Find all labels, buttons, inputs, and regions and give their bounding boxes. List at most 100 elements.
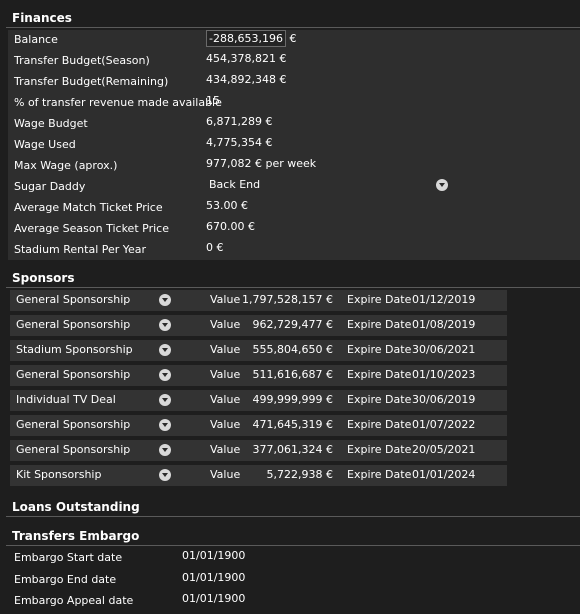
sponsor-expire-date: 01/01/2024	[412, 468, 476, 481]
embargo-appeal-value: 01/01/1900	[182, 592, 246, 605]
sponsor-value: 471,645,319 €	[252, 418, 333, 431]
embargo-end-value: 01/01/1900	[182, 571, 246, 584]
transfer-budget-remaining-row: Transfer Budget(Remaining) 434,892,348 €	[8, 72, 580, 93]
sponsor-type[interactable]: Individual TV Deal	[16, 393, 116, 406]
embargo-start-value: 01/01/1900	[182, 549, 246, 562]
balance-label: Balance	[14, 33, 58, 46]
transfer-budget-remaining-value: 434,892,348 €	[206, 73, 287, 86]
sponsor-row: General Sponsorship Value 511,616,687 € Exp…	[10, 365, 507, 386]
sponsor-value-label: Value	[210, 393, 241, 406]
sugar-daddy-label: Sugar Daddy	[14, 180, 86, 193]
sponsor-expire-date: 30/06/2019	[412, 393, 476, 406]
stadium-rental-row: Stadium Rental Per Year 0 €	[8, 240, 580, 261]
sponsor-expire-label: Expire Date	[347, 468, 412, 481]
finances-header: Finances	[6, 6, 580, 28]
sponsor-row: Individual TV Deal Value 499,999,999 € Expi…	[10, 390, 507, 411]
sponsor-value: 499,999,999 €	[252, 393, 333, 406]
chevron-down-icon[interactable]	[159, 469, 171, 481]
sponsor-type[interactable]: General Sponsorship	[16, 318, 130, 331]
season-ticket-value: 670.00 €	[206, 220, 255, 233]
finances-title: Finances	[12, 11, 72, 25]
transfer-budget-season-label: Transfer Budget(Season)	[14, 54, 150, 67]
sugar-daddy-select[interactable]: Back End	[209, 178, 260, 191]
max-wage-label: Max Wage (aprox.)	[14, 159, 118, 172]
sponsor-value: 1,797,528,157 €	[242, 293, 333, 306]
balance-value: -288,653,196 €	[206, 30, 296, 47]
wage-used-row: Wage Used 4,775,354 €	[8, 135, 580, 156]
chevron-down-icon[interactable]	[436, 179, 448, 191]
sponsor-type[interactable]: General Sponsorship	[16, 293, 130, 306]
match-ticket-row: Average Match Ticket Price 53.00 €	[8, 198, 580, 219]
loans-header: Loans Outstanding	[6, 495, 580, 517]
sponsor-expire-label: Expire Date	[347, 393, 412, 406]
season-ticket-label: Average Season Ticket Price	[14, 222, 169, 235]
sponsor-expire-label: Expire Date	[347, 368, 412, 381]
embargo-end-row: Embargo End date 01/01/1900	[8, 570, 580, 590]
balance-currency: €	[289, 32, 297, 45]
sponsor-value-label: Value	[210, 293, 241, 306]
transfer-revenue-label: % of transfer revenue made available	[14, 96, 222, 109]
chevron-down-icon[interactable]	[159, 419, 171, 431]
sponsor-expire-date: 30/06/2021	[412, 343, 476, 356]
sponsor-expire-date: 01/08/2019	[412, 318, 476, 331]
sponsor-value-label: Value	[210, 468, 241, 481]
sponsor-expire-date: 20/05/2021	[412, 443, 476, 456]
match-ticket-label: Average Match Ticket Price	[14, 201, 163, 214]
chevron-down-icon[interactable]	[159, 394, 171, 406]
stadium-rental-label: Stadium Rental Per Year	[14, 243, 147, 256]
finances-panel: Balance -288,653,196 € Transfer Budget(S…	[8, 30, 580, 260]
sponsor-expire-label: Expire Date	[347, 343, 412, 356]
sponsor-value-label: Value	[210, 443, 241, 456]
transfer-budget-season-value: 454,378,821 €	[206, 52, 287, 65]
chevron-down-icon[interactable]	[159, 319, 171, 331]
sponsor-value: 511,616,687 €	[252, 368, 333, 381]
sponsor-row: Kit Sponsorship Value 5,722,938 € Expire Da…	[10, 465, 507, 486]
sponsor-row: General Sponsorship Value 1,797,528,157 € E…	[10, 290, 507, 311]
sponsor-type[interactable]: Kit Sponsorship	[16, 468, 101, 481]
transfer-revenue-value: 15	[206, 94, 220, 107]
transfer-revenue-row: % of transfer revenue made available 15	[8, 93, 580, 114]
wage-budget-label: Wage Budget	[14, 117, 88, 130]
chevron-down-icon[interactable]	[159, 294, 171, 306]
embargo-end-label: Embargo End date	[14, 573, 117, 586]
wage-budget-value: 6,871,289 €	[206, 115, 273, 128]
embargo-appeal-label: Embargo Appeal date	[14, 594, 134, 607]
chevron-down-icon[interactable]	[159, 369, 171, 381]
balance-input[interactable]: -288,653,196	[206, 30, 286, 47]
max-wage-value: 977,082 € per week	[206, 157, 317, 170]
loans-title: Loans Outstanding	[12, 500, 140, 514]
embargo-appeal-row: Embargo Appeal date 01/01/1900	[8, 591, 580, 611]
sponsor-expire-date: 01/07/2022	[412, 418, 476, 431]
chevron-down-icon[interactable]	[159, 444, 171, 456]
sponsor-value-label: Value	[210, 368, 241, 381]
sponsor-value: 555,804,650 €	[252, 343, 333, 356]
wage-used-label: Wage Used	[14, 138, 76, 151]
sponsor-value: 5,722,938 €	[266, 468, 333, 481]
max-wage-row: Max Wage (aprox.) 977,082 € per week	[8, 156, 580, 177]
sponsor-type[interactable]: Stadium Sponsorship	[16, 343, 133, 356]
embargo-header: Transfers Embargo	[6, 524, 580, 546]
sponsor-value-label: Value	[210, 318, 241, 331]
match-ticket-value: 53.00 €	[206, 199, 248, 212]
sponsor-expire-label: Expire Date	[347, 293, 412, 306]
sponsor-value-label: Value	[210, 343, 241, 356]
wage-budget-row: Wage Budget 6,871,289 €	[8, 114, 580, 135]
sponsor-row: Stadium Sponsorship Value 555,804,650 € Exp…	[10, 340, 507, 361]
sponsors-header: Sponsors	[6, 266, 580, 288]
sponsor-row: General Sponsorship Value 962,729,477 € Exp…	[10, 315, 507, 336]
transfer-budget-remaining-label: Transfer Budget(Remaining)	[14, 75, 169, 88]
sponsor-expire-label: Expire Date	[347, 318, 412, 331]
season-ticket-row: Average Season Ticket Price 670.00 €	[8, 219, 580, 240]
chevron-down-icon[interactable]	[159, 344, 171, 356]
sponsor-expire-date: 01/10/2023	[412, 368, 476, 381]
sponsor-expire-label: Expire Date	[347, 418, 412, 431]
embargo-start-row: Embargo Start date 01/01/1900	[8, 548, 580, 568]
sponsor-type[interactable]: General Sponsorship	[16, 368, 130, 381]
sponsor-type[interactable]: General Sponsorship	[16, 443, 130, 456]
sponsor-expire-label: Expire Date	[347, 443, 412, 456]
sponsor-expire-date: 01/12/2019	[412, 293, 476, 306]
sugar-daddy-row: Sugar Daddy Back End	[8, 177, 580, 198]
sponsors-title: Sponsors	[12, 271, 75, 285]
sponsor-value: 962,729,477 €	[252, 318, 333, 331]
sponsor-type[interactable]: General Sponsorship	[16, 418, 130, 431]
